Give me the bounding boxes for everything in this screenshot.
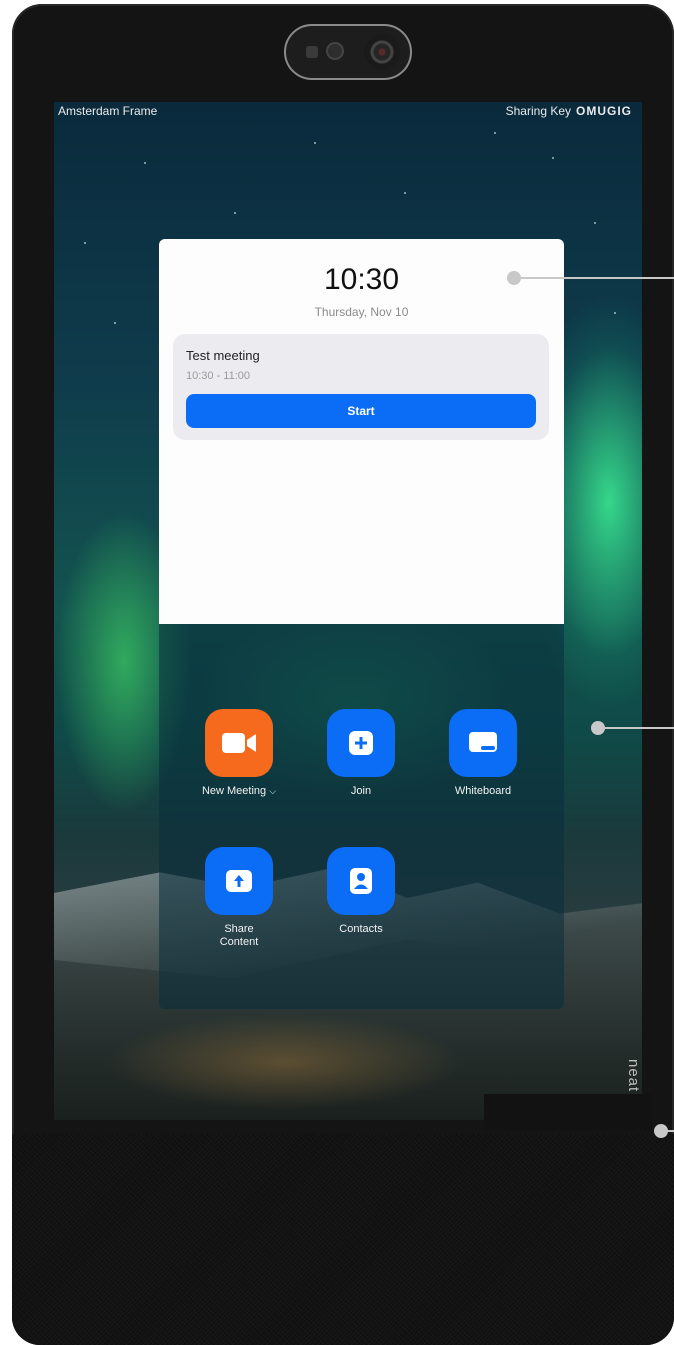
screen-bottom-bar [484,1094,652,1130]
light-sensor [306,46,318,58]
new-meeting-label: New Meeting ⌵ [184,785,294,798]
clock-time: 10:30 [323,263,400,296]
proximity-sensor [326,42,344,60]
share-content-tile[interactable] [205,847,273,915]
plus-icon [349,731,373,755]
clock-date: Thursday, Nov 10 [314,305,409,319]
meeting-title: Test meeting [186,348,260,363]
camera-lens-icon [364,34,400,70]
join-app[interactable]: Join [306,709,416,798]
meeting-time-range: 10:30 - 11:00 [186,370,251,382]
start-meeting-button[interactable]: Start [186,394,536,428]
contacts-app[interactable]: Contacts [306,847,416,936]
meeting-card[interactable]: Test meeting 10:30 - 11:00 Start [173,334,549,440]
contacts-label: Contacts [339,923,383,935]
touch-screen: Amsterdam Frame Sharing Key OMUGIG 10:30 … [54,102,642,1120]
join-tile[interactable] [327,709,395,777]
whiteboard-tile[interactable] [449,709,517,777]
contact-icon [350,868,372,894]
new-meeting-tile[interactable] [205,709,273,777]
upload-icon [226,870,252,892]
contacts-tile[interactable] [327,847,395,915]
callout-line-settings [661,1130,674,1132]
join-label: Join [350,785,372,797]
share-content-app[interactable]: Share Content [184,847,294,949]
speaker-grille [12,1134,674,1345]
video-camera-icon [222,733,256,753]
app-launcher: New Meeting ⌵ Join Whiteboard Share Cont… [159,624,564,1009]
callout-line-apps [598,727,674,729]
new-meeting-text: New Meeting [201,785,267,797]
callout-line-calendar [514,277,674,279]
camera-module [284,24,412,80]
share-content-label: Share Content [219,923,259,948]
chevron-down-icon: ⌵ [269,786,277,796]
home-panel: 10:30 Thursday, Nov 10 Test meeting 10:3… [159,239,564,1009]
brand-logo: neat [625,1059,642,1093]
whiteboard-app[interactable]: Whiteboard [428,709,538,798]
sharing-key-value: OMUGIG [576,104,632,118]
whiteboard-icon [469,732,497,752]
sharing-key-info: Sharing Key OMUGIG [506,104,632,118]
new-meeting-app[interactable]: New Meeting ⌵ [184,709,294,798]
device-frame: Amsterdam Frame Sharing Key OMUGIG 10:30 … [12,4,674,1345]
device-name-label: Amsterdam Frame [58,104,158,118]
whiteboard-label: Whiteboard [454,785,512,797]
calendar-widget: 10:30 Thursday, Nov 10 Test meeting 10:3… [159,239,564,624]
sharing-key-label: Sharing Key [505,104,571,118]
